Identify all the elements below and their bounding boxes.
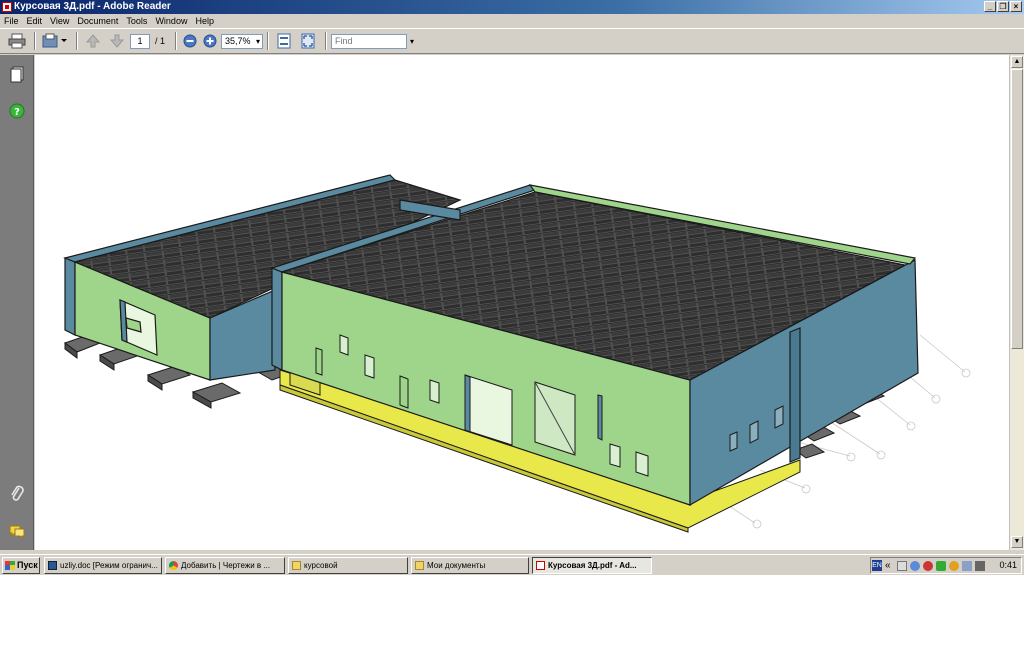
full-screen-button[interactable]: [297, 31, 319, 51]
title-bar: Курсовая 3Д.pdf - Adobe Reader _ ❐ ×: [0, 0, 1024, 14]
zoom-out-button[interactable]: [181, 31, 199, 51]
taskbar-item-word[interactable]: uzliy.doc [Режим огранич...: [44, 557, 162, 574]
toolbar: / 1 35,7% ▾: [0, 28, 1024, 54]
share-button[interactable]: [40, 31, 70, 51]
toolbar-separator: [76, 32, 78, 50]
folder-icon: [415, 561, 424, 570]
volume-icon[interactable]: [962, 561, 972, 571]
vertical-scrollbar[interactable]: ▲ ▼: [1009, 55, 1024, 550]
taskbar: Пуск uzliy.doc [Режим огранич... Добавит…: [0, 554, 1024, 575]
pages-panel-button[interactable]: [9, 65, 25, 83]
taskbar-item-folder-kursovoy[interactable]: курсовой: [288, 557, 408, 574]
scroll-up-button[interactable]: ▲: [1011, 56, 1023, 68]
zoom-in-button[interactable]: [201, 31, 219, 51]
share-icon: [42, 33, 67, 48]
zoom-in-icon: [203, 34, 217, 48]
toolbar-separator: [325, 32, 328, 50]
taskbar-item-label: Курсовая 3Д.pdf - Ad...: [548, 561, 637, 570]
taskbar-item-label: Добавить | Чертежи в ...: [181, 561, 271, 570]
close-button[interactable]: ×: [1010, 1, 1022, 12]
navigation-pane: ?: [0, 55, 34, 550]
page-number-input[interactable]: [130, 33, 150, 49]
language-indicator[interactable]: EN: [872, 560, 882, 571]
display-icon[interactable]: [975, 561, 985, 571]
taskbar-item-label: Мои документы: [427, 561, 486, 570]
menu-edit[interactable]: Edit: [23, 14, 47, 28]
building-3d-drawing: [63, 174, 971, 533]
taskbar-item-my-documents[interactable]: Мои документы: [411, 557, 529, 574]
folder-icon: [292, 561, 301, 570]
menu-document[interactable]: Document: [73, 14, 122, 28]
clock[interactable]: 0:41: [999, 558, 1017, 573]
comment-icon: [9, 525, 25, 539]
chrome-icon: [169, 561, 178, 570]
paperclip-icon: [11, 485, 24, 501]
menu-view[interactable]: View: [46, 14, 73, 28]
system-tray: EN « 0:41: [870, 557, 1022, 574]
restore-button[interactable]: ❐: [997, 1, 1009, 12]
svg-text:?: ?: [14, 107, 20, 118]
scroll-thumb[interactable]: [1011, 69, 1023, 349]
windows-logo-icon: [5, 561, 15, 570]
print-button[interactable]: [6, 31, 28, 51]
page-total: / 1: [155, 36, 166, 46]
start-label: Пуск: [17, 560, 38, 570]
pdf-app-icon: [2, 2, 12, 12]
menu-file[interactable]: File: [4, 14, 23, 28]
minimize-button[interactable]: _: [984, 1, 996, 12]
toolbar-separator: [175, 32, 178, 50]
next-page-button[interactable]: [106, 31, 128, 51]
taskbar-item-chrome[interactable]: Добавить | Чертежи в ...: [165, 557, 285, 574]
window-controls: _ ❐ ×: [984, 1, 1022, 12]
help-panel-button[interactable]: ?: [9, 102, 25, 120]
pages-icon: [10, 66, 24, 82]
word-icon: [48, 561, 57, 570]
menu-bar: File Edit View Document Tools Window Hel…: [0, 14, 1024, 28]
zoom-level-select[interactable]: 35,7%: [221, 33, 264, 49]
document-viewport[interactable]: [35, 55, 1009, 550]
zoom-out-icon: [183, 34, 197, 48]
fit-page-icon: [277, 33, 291, 49]
help-icon: ?: [9, 103, 25, 119]
toolbar-separator: [34, 32, 36, 50]
menu-window[interactable]: Window: [151, 14, 191, 28]
network-icon[interactable]: [897, 561, 907, 571]
start-button[interactable]: Пуск: [2, 557, 40, 574]
full-screen-icon: [301, 33, 315, 49]
taskbar-item-label: курсовой: [304, 561, 338, 570]
fit-page-button[interactable]: [273, 31, 295, 51]
sync-icon[interactable]: [949, 561, 959, 571]
update-icon[interactable]: [923, 561, 933, 571]
toolbar-separator: [267, 32, 270, 50]
reader-window: Курсовая 3Д.pdf - Adobe Reader _ ❐ × Fil…: [0, 0, 1024, 575]
taskbar-item-label: uzliy.doc [Режим огранич...: [60, 561, 158, 570]
tray-expand-chevron[interactable]: «: [885, 558, 891, 573]
comments-panel-button[interactable]: [9, 523, 25, 541]
arrow-up-icon: [85, 34, 101, 48]
taskbar-item-adobe-reader[interactable]: Курсовая 3Д.pdf - Ad...: [532, 557, 652, 574]
find-options-chevron-icon[interactable]: ▾: [410, 37, 414, 46]
printer-icon: [8, 33, 26, 49]
window-title: Курсовая 3Д.pdf - Adobe Reader: [14, 1, 171, 12]
find-input[interactable]: [331, 33, 408, 49]
pdf-icon: [536, 561, 545, 570]
scroll-down-button[interactable]: ▼: [1011, 536, 1023, 548]
menu-help[interactable]: Help: [191, 14, 218, 28]
prev-page-button[interactable]: [82, 31, 104, 51]
attachments-panel-button[interactable]: [9, 485, 25, 503]
menu-tools[interactable]: Tools: [122, 14, 151, 28]
arrow-down-icon: [109, 34, 125, 48]
shield-icon[interactable]: [936, 561, 946, 571]
antivirus-icon[interactable]: [910, 561, 920, 571]
